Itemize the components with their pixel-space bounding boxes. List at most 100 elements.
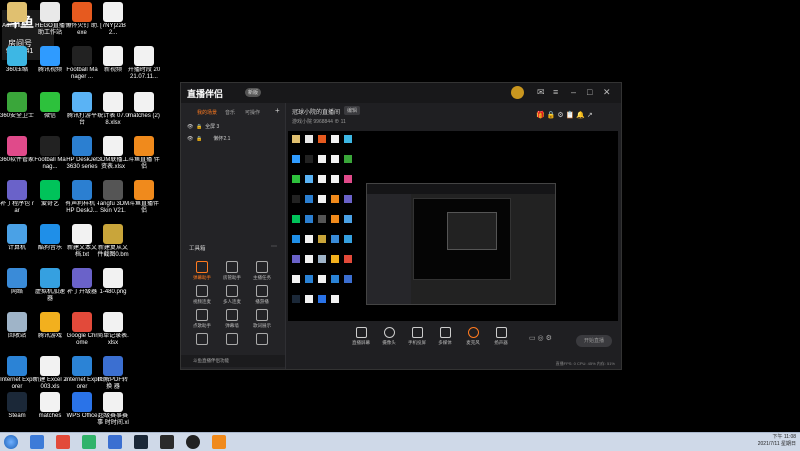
minimize-icon[interactable]: – (571, 87, 576, 97)
scene-item[interactable]: 👁 🔒 全屏 3 (187, 123, 219, 130)
desktop-icon[interactable]: 斗鱼直播伴 侣 (127, 180, 161, 215)
tab-operations[interactable]: 可操作 (245, 109, 260, 116)
menu-icon[interactable]: ≡ (553, 87, 558, 97)
tool-button[interactable] (217, 333, 247, 347)
desktop-icon[interactable]: 统计表 07.08.xlsx (96, 92, 130, 127)
desktop-icon[interactable]: 3DM联播工 资表.xlsx (96, 136, 130, 171)
preview-icon (305, 255, 313, 263)
desktop-icon[interactable]: 腾讯游戏 (33, 312, 67, 340)
desktop-icon[interactable]: Google Chrome (65, 312, 99, 347)
tool-button[interactable]: 弹幕助手 (187, 261, 217, 281)
desktop-icon[interactable]: 懒怀火钉 助.exe (65, 2, 99, 37)
system-clock[interactable]: 下午 11:08 2021/7/11 星期日 (758, 434, 796, 448)
notice-bar[interactable]: 斗鱼直播伴侣功能 (181, 355, 285, 367)
taskbar-douyu-icon[interactable] (212, 435, 226, 449)
desktop-icon[interactable]: 有声利样机 - HP DeskJ... (65, 180, 99, 215)
desktop-icon[interactable]: 360安全卫士 (0, 92, 34, 120)
add-scene-icon[interactable]: + (275, 106, 280, 115)
desktop-icon[interactable]: 计算机 (0, 224, 34, 252)
lock-icon[interactable]: 🔒 (196, 136, 202, 142)
camera-button[interactable]: 摄像头 (374, 327, 404, 346)
tool-button[interactable]: 主播任务 (247, 261, 277, 281)
desktop-icon[interactable]: Football Manager ... (65, 46, 99, 81)
desktop-icon[interactable]: 爱奇艺 (33, 180, 67, 208)
desktop-icon[interactable]: 图解PDF转换 器 (96, 356, 130, 391)
start-button[interactable] (4, 435, 18, 449)
scene-item[interactable]: 👁 🔒 懒怀2.1 (187, 135, 230, 142)
record-icons[interactable]: ▭ ◎ ⚙ (529, 334, 552, 342)
desktop-icon[interactable]: 360软件管家 (0, 136, 34, 164)
desktop-icon[interactable]: Tangfu 3DM Skin V21.0... (96, 180, 130, 215)
tool-button[interactable] (187, 333, 217, 347)
edit-room-button[interactable]: 编辑 (344, 106, 361, 115)
toolbar-icons[interactable]: 🎁 🔒 ⚙ 📋 🔔 ↗ (536, 111, 593, 119)
desktop-icon[interactable]: 1-480.png (96, 268, 130, 296)
taskbar-steam-icon[interactable] (160, 435, 174, 449)
media-button[interactable]: 多媒体 (430, 327, 460, 346)
maximize-icon[interactable]: □ (587, 87, 592, 97)
user-avatar[interactable] (511, 86, 524, 99)
tool-button[interactable]: 弹幕墙 (217, 309, 247, 329)
desktop-icon[interactable]: 开播时段 2021.07.11... (127, 46, 161, 81)
speaker-button[interactable]: 扬声器 (486, 327, 516, 346)
close-icon[interactable]: ✕ (603, 87, 611, 98)
tool-button[interactable]: 房管助手 (217, 261, 247, 281)
desktop-icon[interactable]: 补丁程序包 rar (0, 180, 34, 215)
eye-icon[interactable]: 👁 (187, 124, 193, 130)
desktop-icon[interactable]: 回收站 (0, 312, 34, 340)
desktop-icon[interactable]: 斗鱼直播 伴侣 (127, 136, 161, 171)
desktop-icon[interactable]: Football Manag... (33, 136, 67, 171)
eye-icon[interactable]: 👁 (187, 136, 193, 142)
desktop-icon[interactable]: 腾讯打游平台 (65, 92, 99, 127)
desktop-icon[interactable]: 超级赛事赛事 时时间.xls (96, 392, 130, 427)
tool-button[interactable]: 歌词展示 (247, 309, 277, 329)
tool-button[interactable]: 点歌助手 (187, 309, 217, 329)
desktop-icon[interactable]: 虚拟机加速器 (33, 268, 67, 303)
more-icon[interactable]: ⋯ (271, 243, 277, 250)
desktop-icon[interactable]: WPS Office (65, 392, 99, 420)
message-icon[interactable]: ✉ (537, 87, 545, 98)
taskbar-app-icon[interactable] (108, 435, 122, 449)
taskbar-chrome-icon[interactable] (56, 435, 70, 449)
tool-button[interactable]: 多人连麦 (217, 285, 247, 305)
taskbar-player-icon[interactable] (82, 435, 96, 449)
desktop-icon[interactable]: 微信 (33, 92, 67, 120)
desktop-icon[interactable]: HP DeskJet 3630 series (65, 136, 99, 171)
desktop-icon[interactable]: 简单记录表. xlsx (96, 312, 130, 347)
desktop-icon[interactable]: Internet Explorer (0, 356, 34, 391)
taskbar-explorer-icon[interactable] (30, 435, 44, 449)
desktop-icon[interactable]: Internet Explorer (65, 356, 99, 391)
phone-cast-button[interactable]: 手机投屏 (402, 327, 432, 346)
microphone-button[interactable]: 麦克风 (458, 327, 488, 346)
start-live-button[interactable]: 开始直播 (576, 335, 612, 347)
tab-scenes[interactable]: 我的场景 (197, 109, 217, 116)
desktop-icon-label: 新建文本文 档.txt (66, 245, 97, 258)
desktop-icon[interactable]: 腾讯视频 (33, 46, 67, 74)
desktop-icon[interactable]: matches (33, 392, 67, 420)
desktop-icon[interactable]: 新建 Excel 2003.xls (33, 356, 67, 391)
taskbar-game-icon[interactable] (134, 435, 148, 449)
desktop-icon[interactable]: HEGO直播 助工作站 (33, 2, 67, 37)
desktop-icon[interactable]: [7NY]22B2... (96, 2, 130, 37)
lock-icon[interactable]: 🔒 (196, 124, 202, 130)
desktop-icon[interactable]: 360压缩 (0, 46, 34, 74)
preview-icon (292, 135, 300, 143)
desktop-icon[interactable]: Administr... (0, 2, 34, 30)
tab-music[interactable]: 音乐 (225, 109, 235, 116)
taskbar-fm-icon[interactable] (186, 435, 200, 449)
version-badge[interactable]: 新版 (245, 88, 262, 97)
tool-button[interactable] (247, 333, 277, 347)
desktop-icon[interactable]: Steam (0, 392, 34, 420)
desktop-icon[interactable]: 新建文本文 档.txt (65, 224, 99, 259)
tool-button[interactable]: 视频连麦 (187, 285, 217, 305)
screen-capture-button[interactable]: 直播屏幕 (346, 327, 376, 346)
desktop-icon[interactable]: 补丁升级器 (65, 268, 99, 296)
stream-preview[interactable] (288, 131, 618, 321)
desktop-icon[interactable]: matches (2) (127, 92, 161, 120)
desktop-icon[interactable]: 新建复从文 件截图0.bmp (96, 224, 130, 259)
tool-button[interactable]: 播游播 (247, 285, 277, 305)
desktop-icon[interactable]: 网络 (0, 268, 34, 296)
window-title-bar[interactable]: 直播伴侣 新版 ✉ ≡ – □ ✕ (181, 83, 621, 103)
desktop-icon[interactable]: 酷狗音乐 (33, 224, 67, 252)
desktop-icon[interactable]: 新视频 (96, 46, 130, 74)
